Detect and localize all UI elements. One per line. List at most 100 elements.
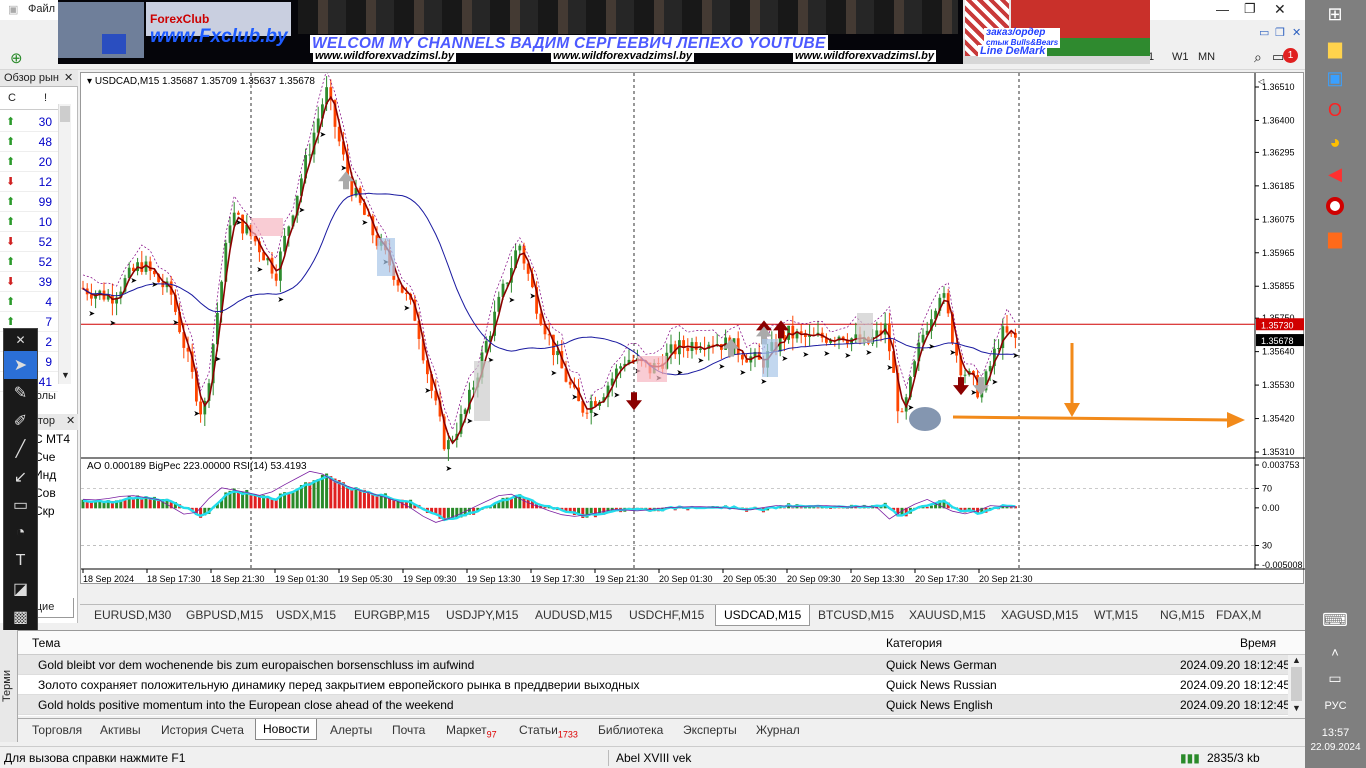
terminal-tab[interactable]: Торговля <box>32 723 82 737</box>
chart-tab[interactable]: USDX,M15 <box>276 608 336 622</box>
terminal-tab[interactable]: Алерты <box>330 723 372 737</box>
restore-icon[interactable]: ❐ <box>1244 1 1256 17</box>
chart-tab[interactable]: NG,M15 <box>1160 608 1205 622</box>
terminal-tab[interactable]: Библиотека <box>598 723 663 737</box>
chart-restore-icon[interactable]: ❐ <box>1275 26 1285 39</box>
ao-bar <box>350 488 354 509</box>
price-chart[interactable]: ➤ ➤ ➤ ➤ ➤ ➤ ➤ ➤ ➤ ➤ ➤ ➤ ➤ ➤ ➤ ➤ ➤ ➤ ➤ ➤ ➤ ➤ ➤ ➤ ➤ ➤ ➤ ➤ ➤ ➤ ➤ ➤ ➤ ➤ ➤ ➤ ➤ ➤ ➤ ➤… <box>81 68 1305 585</box>
speaker-app-icon[interactable]: ◀ <box>1321 160 1349 188</box>
chart-tab[interactable]: USDJPY,M15 <box>446 608 518 622</box>
record-icon[interactable] <box>1321 192 1349 220</box>
paint-icon[interactable]: ◕ <box>1321 128 1349 156</box>
tray-time[interactable]: 13:57 <box>1305 727 1366 739</box>
chart-tab[interactable]: EURUSD,M30 <box>94 608 171 622</box>
news-row[interactable]: Gold holds positive momentum into the Eu… <box>18 695 1290 715</box>
news-category: Quick News English <box>886 698 993 712</box>
news-title: Gold holds positive momentum into the Eu… <box>38 698 454 712</box>
chart-tab[interactable]: XAGUSD,M15 <box>1001 608 1078 622</box>
timeframe-mn[interactable]: MN <box>1198 51 1215 63</box>
terminal-tab[interactable]: Журнал <box>756 723 800 737</box>
explorer-icon[interactable]: ▆ <box>1321 34 1349 62</box>
ao-bar <box>94 501 98 509</box>
arrow-tool-icon[interactable]: ↙ <box>4 463 37 491</box>
new-order-icon[interactable]: ⊕ <box>10 49 23 67</box>
navigator-item[interactable]: С МТ4 <box>34 432 70 450</box>
chart-window[interactable]: ➤ ➤ ➤ ➤ ➤ ➤ ➤ ➤ ➤ ➤ ➤ ➤ ➤ ➤ ➤ ➤ ➤ ➤ ➤ ➤ ➤ ➤ ➤ ➤ ➤ ➤ ➤ ➤ ➤ ➤ ➤ ➤ ➤ ➤ ➤ ➤ ➤ ➤ ➤ ➤… <box>80 68 1305 585</box>
price-tick-label: 1.35855 <box>1262 281 1295 291</box>
pencil-icon[interactable]: ✎ <box>4 379 37 407</box>
terminal-tab[interactable]: Почта <box>392 723 425 737</box>
chart-tab[interactable]: EURGBP,M15 <box>354 608 430 622</box>
watch-row[interactable]: ⬆ 48 <box>0 132 58 152</box>
chart-tab[interactable]: XAUUSD,M15 <box>909 608 986 622</box>
terminal-tab[interactable]: История Счета <box>161 723 244 737</box>
start-icon[interactable]: ⊞ <box>1321 0 1349 28</box>
watch-row[interactable]: ⬆ 4 <box>0 292 58 312</box>
app-orange-icon[interactable]: ▆ <box>1321 224 1349 252</box>
chart-tab[interactable]: AUDUSD,M15 <box>535 608 612 622</box>
rectangle-icon[interactable]: ▭ <box>4 491 37 519</box>
terminal-tab[interactable]: Новости <box>255 719 318 740</box>
network-icon[interactable]: ▭ <box>1321 664 1349 692</box>
watch-row[interactable]: ⬆ 52 <box>0 252 58 272</box>
notification-badge[interactable]: 1 <box>1283 48 1298 63</box>
col-title[interactable]: Тема <box>32 636 60 650</box>
brush-icon[interactable]: ✐ <box>4 407 37 435</box>
chart-close-icon[interactable]: ✕ <box>1292 26 1301 39</box>
terminal-tab[interactable]: Статьи1733 <box>519 723 578 739</box>
fractal-marker: ➤ <box>130 276 137 285</box>
minimize-icon[interactable]: — <box>1216 2 1229 17</box>
keyboard-icon[interactable]: ⌨ <box>1321 606 1349 634</box>
watch-row[interactable]: ⬆ 30 <box>0 112 58 132</box>
tray-chevron-icon[interactable]: ˄ <box>1321 638 1349 666</box>
cursor-icon[interactable]: ➤ <box>4 351 37 379</box>
fractal-marker: ➤ <box>235 218 242 227</box>
col-category[interactable]: Категория <box>886 636 942 650</box>
col-sort[interactable]: ! <box>44 92 47 104</box>
chart-minimize-icon[interactable]: ▭ <box>1259 26 1269 39</box>
chart-tab[interactable]: USDCHF,M15 <box>629 608 704 622</box>
line-icon[interactable]: ╱ <box>4 435 37 463</box>
chart-tab[interactable]: FDAX,M <box>1216 608 1261 622</box>
tray-lang[interactable]: РУС <box>1305 700 1366 712</box>
outlook-icon[interactable]: ▣ <box>1321 64 1349 92</box>
ao-bar <box>929 505 933 509</box>
chart-tab[interactable]: WT,M15 <box>1094 608 1138 622</box>
col-time[interactable]: Время <box>1240 636 1276 650</box>
text-icon[interactable]: T <box>4 547 37 575</box>
navigator-close-icon[interactable]: ✕ <box>66 414 75 427</box>
tray-date[interactable]: 22.09.2024 <box>1305 742 1366 753</box>
market-watch-close-icon[interactable]: ✕ <box>64 71 73 84</box>
news-row[interactable]: Gold bleibt vor dem wochenende bis zum e… <box>18 655 1290 675</box>
news-row[interactable]: Золото сохраняет положительную динамику … <box>18 675 1290 695</box>
candle-body <box>308 154 312 156</box>
menu-file[interactable]: Файл <box>28 3 55 15</box>
chart-tab[interactable]: GBPUSD,M15 <box>186 608 263 622</box>
watch-row[interactable]: ⬆ 99 <box>0 192 58 212</box>
opera-icon[interactable]: O <box>1321 96 1349 124</box>
fractal-marker: ➤ <box>88 309 95 318</box>
fractal-marker: ➤ <box>1012 351 1019 360</box>
palette-icon[interactable]: ◔ <box>4 519 37 547</box>
checker-icon[interactable]: ▩ <box>4 603 37 631</box>
close-icon[interactable]: ✕ <box>1274 1 1286 18</box>
watch-row[interactable]: ⬆ 10 <box>0 212 58 232</box>
chart-tab[interactable]: USDCAD,M15 <box>715 605 811 626</box>
status-divider <box>608 750 609 766</box>
col-symbol[interactable]: С <box>8 92 16 104</box>
market-watch-scrollbar[interactable]: ▼ <box>58 104 71 384</box>
terminal-tab[interactable]: Активы <box>100 723 141 737</box>
watch-row[interactable]: ⬇ 39 <box>0 272 58 292</box>
watch-row[interactable]: ⬆ 20 <box>0 152 58 172</box>
search-icon[interactable]: ⌕ <box>1254 49 1262 66</box>
eraser-icon[interactable]: ◪ <box>4 575 37 603</box>
news-scrollbar[interactable]: ▲ ▼ <box>1288 655 1305 717</box>
watch-row[interactable]: ⬇ 12 <box>0 172 58 192</box>
watch-row[interactable]: ⬇ 52 <box>0 232 58 252</box>
terminal-tab[interactable]: Эксперты <box>683 723 737 737</box>
terminal-tab[interactable]: Маркет97 <box>446 723 497 739</box>
timeframe-w1[interactable]: W1 <box>1172 51 1189 63</box>
watch-value: 52 <box>38 255 52 269</box>
drawing-toolbar-close-icon[interactable]: ✕ <box>4 329 37 351</box>
chart-tab[interactable]: BTCUSD,M15 <box>818 608 894 622</box>
